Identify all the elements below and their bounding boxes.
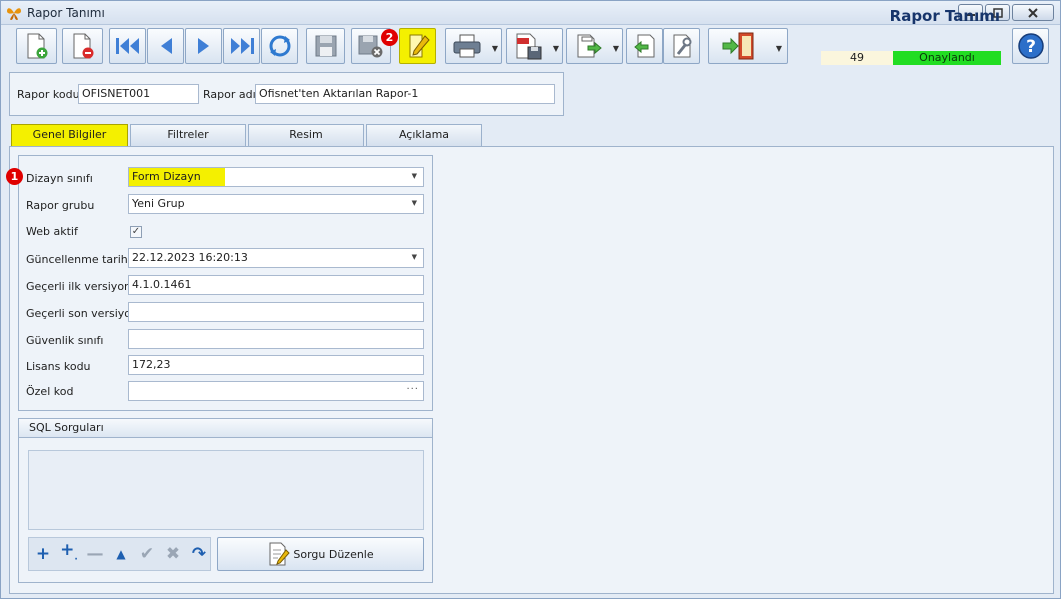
print-dropdown-arrow-icon: ▼ — [491, 44, 498, 53]
refresh-button[interactable] — [261, 28, 298, 64]
previous-record-icon — [160, 38, 172, 54]
tab-aciklama[interactable]: Açıklama — [366, 124, 482, 146]
cancel-icon[interactable]: ✖ — [162, 545, 184, 563]
save-button[interactable] — [306, 28, 345, 64]
rapor-kodu-label: Rapor kodu — [17, 88, 80, 101]
first-record-icon — [115, 38, 139, 54]
lisans-kodu-input[interactable]: 172,23 — [128, 355, 424, 375]
page-title: Rapor Tanımı — [889, 7, 1000, 25]
dizayn-sinifi-select[interactable]: Form Dizayn ▼ — [128, 167, 424, 187]
refresh-icon — [269, 35, 290, 57]
help-icon: ? — [1017, 33, 1044, 59]
web-aktif-checkbox[interactable]: ✓ — [130, 226, 142, 238]
sql-group-header: SQL Sorguları — [19, 419, 432, 438]
guncellenme-tarihi-picker[interactable]: 22.12.2023 16:20:13 ▼ — [128, 248, 424, 268]
remove-icon[interactable]: — — [84, 545, 106, 563]
rapor-grubu-value: Yeni Grup — [132, 197, 185, 210]
dizayn-sinifi-label: Dizayn sınıfı — [26, 172, 93, 185]
delete-document-icon — [73, 33, 93, 59]
record-count: 49 — [821, 51, 893, 65]
previous-record-button[interactable] — [147, 28, 184, 64]
lisans-kodu-label: Lisans kodu — [26, 360, 91, 373]
export-dropdown-arrow-icon: ▼ — [612, 44, 619, 53]
import-button[interactable] — [626, 28, 663, 64]
close-button[interactable] — [1012, 4, 1054, 21]
sorgu-duzenle-label: Sorgu Düzenle — [293, 547, 374, 561]
edit-button[interactable] — [399, 28, 436, 64]
chevron-down-icon: ▼ — [411, 253, 417, 261]
guvenlik-sinifi-label: Güvenlik sınıfı — [26, 334, 104, 347]
next-record-button[interactable] — [185, 28, 222, 64]
last-record-button[interactable] — [223, 28, 260, 64]
print-button[interactable]: ▼ — [445, 28, 502, 64]
edit-pencil-icon — [409, 34, 430, 58]
add-child-icon[interactable]: +. — [58, 541, 80, 566]
guncellenme-tarihi-value: 22.12.2023 16:20:13 — [132, 251, 248, 264]
edit-query-icon — [269, 542, 291, 566]
new-document-icon — [27, 33, 47, 59]
rapor-adi-label: Rapor adı — [203, 88, 256, 101]
pdf-export-icon — [516, 33, 541, 60]
svg-text:?: ? — [1026, 37, 1036, 57]
exit-button[interactable]: ▼ — [708, 28, 788, 64]
exit-door-icon — [722, 32, 754, 60]
print-icon — [453, 34, 480, 58]
tab-genel-bilgiler[interactable]: Genel Bilgiler — [11, 124, 128, 146]
ellipsis-icon: ··· — [406, 384, 419, 395]
gecerli-son-versiyon-input[interactable] — [128, 302, 424, 322]
pdf-export-button[interactable]: ▼ — [506, 28, 563, 64]
guncellenme-tarihi-label: Güncellenme tarihi — [26, 253, 131, 266]
rapor-adi-input[interactable]: Ofisnet'ten Aktarılan Rapor-1 — [255, 84, 555, 104]
export-icon — [577, 34, 602, 58]
report-definition-window: Rapor Tanımı 2 ▼ ▼ ▼ ▼ Rapor Tanımı 49 O… — [0, 0, 1061, 599]
status-badge: Onaylandı — [893, 51, 1001, 65]
annotation-badge-1: 1 — [6, 168, 23, 185]
delete-button[interactable] — [62, 28, 103, 64]
help-button[interactable]: ? — [1012, 28, 1049, 64]
sql-navigator: + +. — ▲ ✔ ✖ ↷ — [28, 537, 211, 571]
export-button[interactable]: ▼ — [566, 28, 623, 64]
butterfly-app-icon — [7, 8, 21, 20]
gecerli-ilk-versiyon-label: Geçerli ilk versiyon — [26, 280, 132, 293]
new-button[interactable] — [16, 28, 57, 64]
gecerli-ilk-versiyon-input[interactable]: 4.1.0.1461 — [128, 275, 424, 295]
sql-queries-group: SQL Sorguları + +. — ▲ ✔ ✖ ↷ Sorgu Düzen… — [18, 418, 433, 583]
rapor-grubu-label: Rapor grubu — [26, 199, 95, 212]
last-record-icon — [230, 38, 254, 54]
dizayn-sinifi-value: Form Dizayn — [129, 168, 225, 186]
chevron-down-icon: ▼ — [411, 199, 417, 207]
tab-filtreler[interactable]: Filtreler — [130, 124, 246, 146]
web-aktif-label: Web aktif — [26, 225, 78, 238]
rapor-kodu-input[interactable]: OFISNET001 — [78, 84, 199, 104]
save-disabled-icon — [315, 35, 336, 57]
move-up-icon[interactable]: ▲ — [110, 545, 132, 563]
confirm-icon[interactable]: ✔ — [136, 545, 158, 563]
window-title: Rapor Tanımı — [27, 6, 105, 20]
settings-button[interactable] — [663, 28, 700, 64]
rapor-grubu-select[interactable]: Yeni Grup ▼ — [128, 194, 424, 214]
ozel-kod-label: Özel kod — [26, 385, 74, 398]
tab-resim[interactable]: Resim — [248, 124, 364, 146]
exit-dropdown-arrow-icon: ▼ — [775, 44, 782, 53]
undo-icon[interactable]: ↷ — [188, 545, 210, 563]
import-icon — [633, 34, 654, 58]
chevron-down-icon: ▼ — [411, 172, 417, 180]
add-icon[interactable]: + — [32, 545, 54, 563]
gecerli-son-versiyon-label: Geçerli son versiyon — [26, 307, 138, 320]
sorgu-duzenle-button[interactable]: Sorgu Düzenle — [217, 537, 424, 571]
general-info-group: Dizayn sınıfı Form Dizayn ▼ Rapor grubu … — [18, 155, 433, 411]
pdf-dropdown-arrow-icon: ▼ — [552, 44, 559, 53]
next-record-icon — [197, 38, 209, 54]
first-record-button[interactable] — [109, 28, 146, 64]
annotation-badge-2: 2 — [381, 29, 398, 46]
report-header-panel: Rapor kodu OFISNET001 Rapor adı Ofisnet'… — [9, 72, 564, 116]
ozel-kod-input[interactable]: ··· — [128, 381, 424, 401]
close-icon — [1028, 7, 1038, 18]
settings-wrench-icon — [673, 34, 691, 58]
sql-query-list[interactable] — [28, 450, 424, 530]
guvenlik-sinifi-input[interactable] — [128, 329, 424, 349]
